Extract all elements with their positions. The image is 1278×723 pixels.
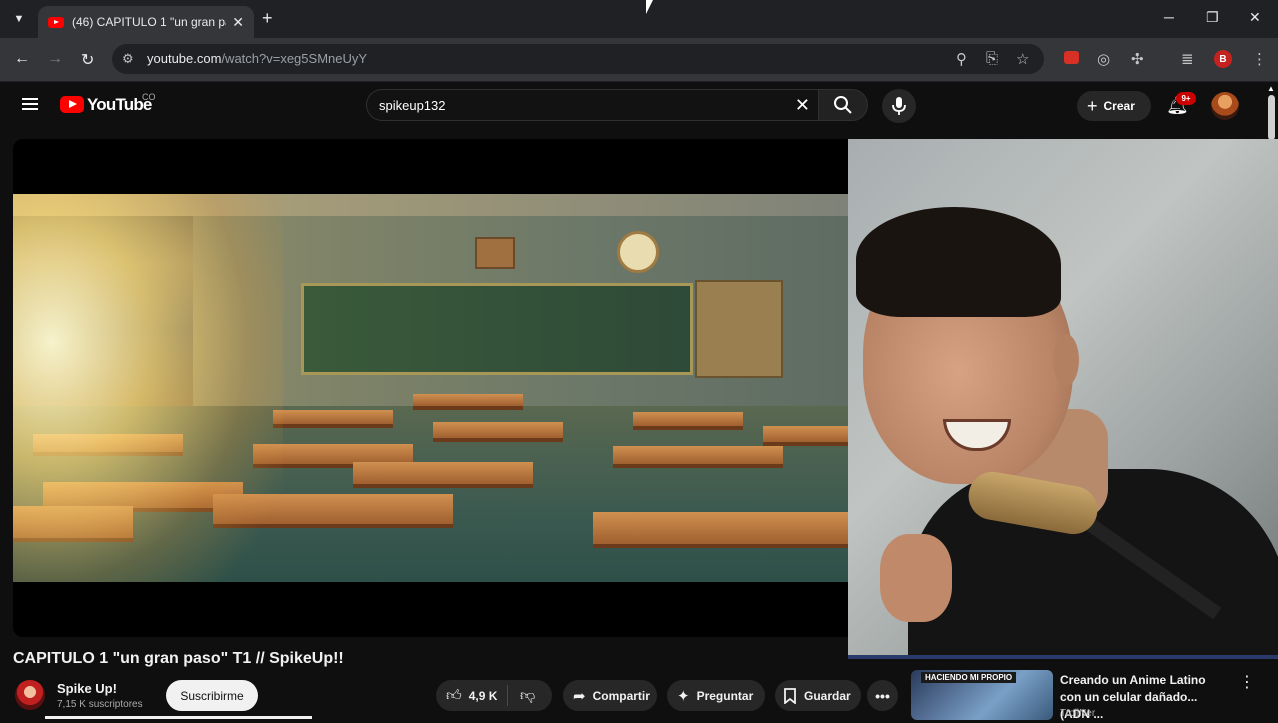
desk bbox=[413, 394, 523, 410]
ask-label: Preguntar bbox=[696, 688, 754, 703]
new-tab-button[interactable]: + bbox=[262, 8, 273, 29]
recommended-video-thumbnail[interactable]: HACIENDO MI PROPIO bbox=[911, 670, 1053, 720]
url-text: youtube.com/watch?v=xeg5SMneUyY bbox=[147, 51, 368, 66]
forward-arrow-icon[interactable]: → bbox=[47, 50, 63, 68]
tab-close-icon[interactable]: ✕ bbox=[232, 14, 244, 31]
webcam-bottom-strip bbox=[848, 655, 1278, 659]
media-control-icon[interactable]: ≣ bbox=[1181, 50, 1194, 68]
desk bbox=[763, 426, 848, 446]
like-count: 4,9 K bbox=[468, 688, 498, 703]
hamburger-menu-icon[interactable] bbox=[22, 98, 38, 110]
search-query: spikeup132 bbox=[379, 98, 446, 113]
bookmark-icon bbox=[784, 687, 796, 704]
watch-progress-line bbox=[45, 716, 312, 719]
country-code: CO bbox=[142, 92, 156, 102]
thumbs-up-icon: 👍︎ bbox=[446, 686, 462, 704]
clear-search-icon[interactable]: ✕ bbox=[795, 95, 810, 116]
subscriber-count: 7,15 K suscriptores bbox=[57, 699, 143, 710]
share-arrow-icon: ➦ bbox=[573, 687, 586, 705]
browser-profile-avatar[interactable]: B bbox=[1214, 50, 1232, 68]
create-label: Crear bbox=[1103, 99, 1135, 113]
search-button[interactable] bbox=[818, 89, 868, 121]
youtube-header: YouTube CO spikeup132 ✕ + Crear 🔔︎ 9+ bbox=[0, 83, 1278, 129]
address-bar[interactable]: ⚙ youtube.com/watch?v=xeg5SMneUyY ⚲ ⎘ ☆ bbox=[112, 44, 1044, 74]
channel-name[interactable]: Spike Up! bbox=[57, 681, 117, 696]
classroom-blackboard bbox=[301, 283, 693, 375]
recommended-video-channel[interactable]: TrollNer bbox=[1060, 708, 1095, 719]
mouse-cursor-icon bbox=[646, 0, 653, 14]
more-actions-button[interactable]: ••• bbox=[867, 680, 898, 711]
channel-avatar[interactable] bbox=[15, 680, 45, 710]
ask-button[interactable]: ✦ Preguntar bbox=[667, 680, 765, 711]
window-close-button[interactable]: ✕ bbox=[1249, 9, 1261, 26]
video-player[interactable] bbox=[13, 139, 848, 637]
classroom-speaker bbox=[475, 237, 515, 269]
like-dislike-group: 👍︎ 4,9 K 👎︎ bbox=[436, 680, 552, 711]
account-avatar[interactable] bbox=[1211, 92, 1239, 120]
desk bbox=[353, 462, 533, 488]
save-label: Guardar bbox=[804, 688, 851, 703]
scrollbar-up-arrow-icon[interactable]: ▲ bbox=[1267, 84, 1275, 93]
thumbnail-caption: HACIENDO MI PROPIO bbox=[921, 672, 1017, 683]
extension-red-icon[interactable] bbox=[1064, 51, 1079, 64]
like-button[interactable]: 👍︎ 4,9 K bbox=[436, 685, 508, 706]
video-title: CAPITULO 1 "un gran paso" T1 // SpikeUp!… bbox=[13, 650, 344, 667]
window-minimize-button[interactable]: ─ bbox=[1164, 9, 1174, 25]
share-button[interactable]: ➦ Compartir bbox=[563, 680, 657, 711]
create-button[interactable]: + Crear bbox=[1077, 91, 1151, 121]
site-settings-icon[interactable]: ⚙ bbox=[122, 51, 134, 67]
browser-toolbar: ← → ↻ ⚙ youtube.com/watch?v=xeg5SMneUyY … bbox=[0, 38, 1278, 82]
streamer-ear bbox=[1053, 334, 1079, 386]
bookmark-star-icon[interactable]: ☆ bbox=[1016, 50, 1029, 68]
desk bbox=[273, 410, 393, 428]
desk bbox=[593, 512, 848, 548]
share-label: Compartir bbox=[592, 688, 650, 703]
subscribe-button[interactable]: Suscribirme bbox=[166, 680, 258, 711]
browser-tab-active[interactable]: (46) CAPITULO 1 "un gran paso" ✕ bbox=[38, 6, 254, 38]
classroom-corkboard bbox=[695, 280, 783, 378]
voice-search-button[interactable] bbox=[882, 89, 916, 123]
notifications-badge: 9+ bbox=[1176, 92, 1196, 105]
window-sunlight bbox=[13, 194, 283, 582]
streamer-hair bbox=[856, 207, 1061, 317]
video-frame-classroom bbox=[13, 194, 848, 582]
microphone-icon bbox=[892, 97, 906, 115]
zoom-icon[interactable]: ⚲ bbox=[956, 50, 967, 68]
window-restore-button[interactable]: ❐ bbox=[1206, 9, 1219, 26]
dislike-button[interactable]: 👎︎ bbox=[508, 687, 535, 705]
player-letterbox-bottom bbox=[13, 582, 848, 637]
more-horizontal-icon: ••• bbox=[875, 687, 890, 704]
browser-menu-icon[interactable]: ⋮ bbox=[1252, 50, 1267, 68]
streamer-webcam-overlay bbox=[848, 139, 1278, 659]
youtube-logo-icon[interactable] bbox=[60, 96, 84, 113]
plus-icon: + bbox=[1087, 95, 1098, 116]
install-app-icon[interactable]: ⎘ bbox=[986, 50, 998, 67]
streamer-hand bbox=[880, 534, 952, 622]
reload-icon[interactable]: ↻ bbox=[81, 50, 94, 70]
desk bbox=[433, 422, 563, 442]
search-icon bbox=[834, 96, 852, 114]
page-scrollbar-thumb[interactable] bbox=[1268, 95, 1275, 140]
tab-search-chevron-icon[interactable]: ▼ bbox=[8, 8, 30, 30]
desk bbox=[633, 412, 743, 430]
extension-broadcast-icon[interactable]: ◎ bbox=[1097, 50, 1110, 68]
browser-tab-strip: ▼ (46) CAPITULO 1 "un gran paso" ✕ + ─ ❐… bbox=[0, 0, 1278, 38]
back-arrow-icon[interactable]: ← bbox=[14, 50, 30, 68]
thumbs-down-icon: 👎︎ bbox=[520, 686, 536, 704]
search-input[interactable]: spikeup132 ✕ bbox=[366, 89, 818, 121]
tab-title: (46) CAPITULO 1 "un gran paso" bbox=[72, 15, 226, 29]
recommended-more-icon[interactable]: ⋮ bbox=[1239, 672, 1255, 692]
youtube-favicon-icon bbox=[48, 16, 64, 28]
extensions-puzzle-icon[interactable]: ✣ bbox=[1131, 50, 1144, 68]
save-button[interactable]: Guardar bbox=[775, 680, 861, 711]
desk bbox=[613, 446, 783, 468]
sparkle-icon: ✦ bbox=[677, 687, 690, 705]
classroom-clock bbox=[617, 231, 659, 273]
